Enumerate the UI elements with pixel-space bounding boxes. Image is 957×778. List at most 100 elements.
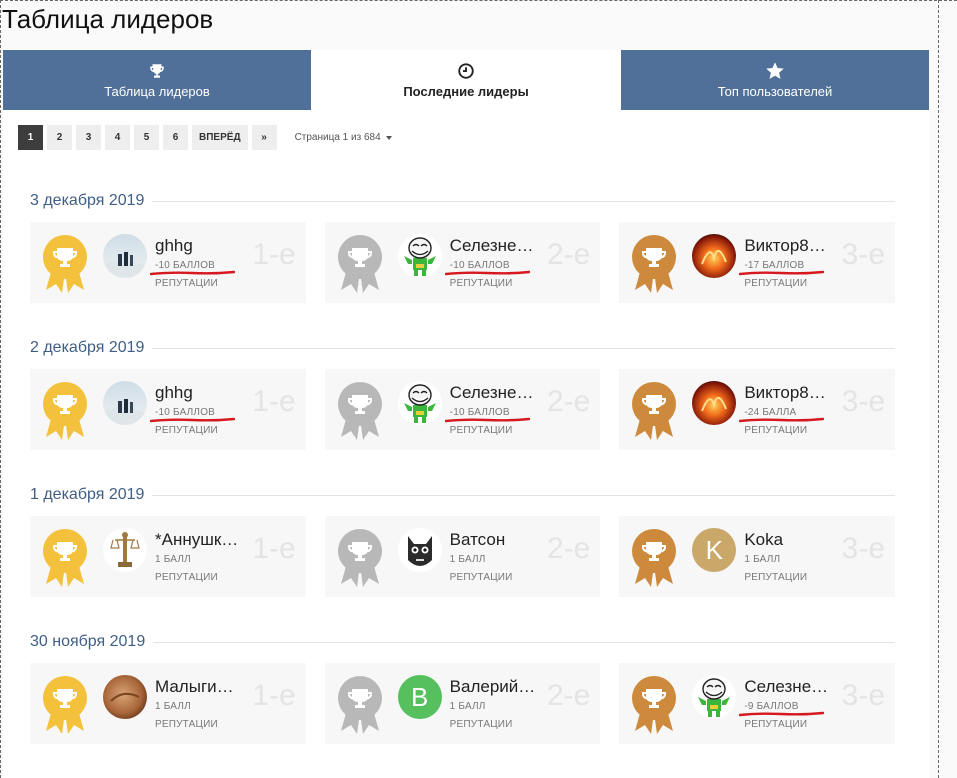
leader-cards: Малыги… 1 БАЛЛ РЕПУТАЦИИ 1-е B Валерий… 1 БАЛЛ…	[30, 663, 896, 744]
reputation-label: РЕПУТАЦИИ	[155, 719, 218, 730]
page-2-button[interactable]: 2	[47, 125, 72, 150]
reputation-label: РЕПУТАЦИИ	[744, 278, 808, 289]
leader-card: K Koka 1 БАЛЛ РЕПУТАЦИИ 3-е	[619, 516, 896, 597]
red-underline-annotation	[150, 270, 235, 276]
day-section: 1 декабря 2019 *Аннушк… 1 БАЛЛ РЕПУТАЦИИ 1-е…	[30, 483, 896, 597]
page-3-button[interactable]: 3	[76, 125, 101, 150]
gold-medal-icon	[42, 235, 88, 298]
avatar[interactable]	[103, 528, 147, 572]
leader-score: 1 БАЛЛ	[744, 554, 781, 565]
clock-icon	[457, 61, 475, 81]
reputation-label: РЕПУТАЦИИ	[449, 572, 513, 583]
reputation-label: РЕПУТАЦИИ	[744, 572, 808, 583]
page-info-text: Страница 1 из 684	[294, 132, 381, 143]
leader-name-link[interactable]: Виктор8…	[744, 383, 834, 403]
leader-card: Ватсон 1 БАЛЛ РЕПУТАЦИИ 2-е	[324, 516, 601, 597]
leader-name-link[interactable]: Селезне…	[744, 677, 834, 697]
leader-score: 1 БАЛЛ	[155, 701, 191, 712]
page-title: Таблица лидеров	[2, 4, 214, 34]
troll-face-image	[397, 381, 442, 425]
day-section: 30 ноября 2019 Малыги… 1 БАЛЛ РЕПУТАЦИИ 1-е B…	[30, 630, 896, 744]
tab-top-users[interactable]: Топ пользователей	[621, 50, 929, 110]
bronze-medal-icon	[631, 676, 677, 739]
tab-label: Таблица лидеров	[104, 84, 210, 99]
avatar[interactable]: K	[692, 528, 737, 572]
leader-name-link[interactable]: ghhg	[155, 383, 245, 403]
leader-name-link[interactable]: Ватсон	[450, 530, 540, 550]
page-5-button[interactable]: 5	[134, 125, 159, 150]
leader-cards: ghhg -10 БАЛЛОВ РЕПУТАЦИИ 1-е Селезне… -10 БА…	[30, 222, 896, 303]
leader-name-link[interactable]: Виктор8…	[744, 236, 834, 256]
place-label: 3-е	[841, 532, 886, 565]
reputation-label: РЕПУТАЦИИ	[744, 425, 808, 436]
star-icon	[765, 61, 785, 81]
day-divider	[152, 200, 895, 202]
red-underline-annotation	[739, 417, 825, 423]
avatar[interactable]	[103, 234, 147, 278]
tab-leaderboard[interactable]: Таблица лидеров	[3, 50, 312, 110]
day-date: 2 декабря 2019	[30, 339, 145, 356]
last-page-button[interactable]: »	[251, 125, 277, 150]
next-page-button[interactable]: ВПЕРЁД	[192, 125, 248, 150]
brown-photo-image	[103, 675, 147, 719]
leader-name-link[interactable]: Малыги…	[155, 677, 245, 697]
tab-bar: Таблица лидеров Последние лидеры Топ пол…	[3, 50, 929, 110]
leader-name-link[interactable]: *Аннушк…	[155, 530, 245, 550]
avatar-letter: B	[411, 681, 429, 712]
bronze-medal-icon	[631, 529, 677, 592]
frame-divider	[938, 0, 939, 778]
gold-medal-icon	[42, 676, 88, 739]
leader-name-link[interactable]: Валерий…	[450, 677, 540, 697]
avatar[interactable]	[397, 528, 442, 572]
day-section: 2 декабря 2019 ghhg -10 БАЛЛОВ РЕПУТАЦИИ 1-е…	[30, 336, 896, 450]
day-header: 3 декабря 2019	[30, 189, 895, 213]
leader-score: 1 БАЛЛ	[449, 554, 486, 565]
red-underline-annotation	[739, 711, 825, 717]
page-1-button[interactable]: 1	[18, 125, 43, 150]
avatar[interactable]	[692, 675, 737, 719]
avatar[interactable]	[692, 234, 737, 278]
avatar[interactable]	[397, 381, 442, 425]
page-4-button[interactable]: 4	[105, 125, 130, 150]
silver-medal-icon	[337, 382, 383, 445]
page-6-button[interactable]: 6	[163, 125, 188, 150]
avatar[interactable]	[103, 675, 147, 719]
trophy-icon	[148, 61, 166, 81]
place-label: 2-е	[546, 385, 591, 418]
place-label: 1-е	[252, 532, 296, 565]
leader-card: Селезне… -10 БАЛЛОВ РЕПУТАЦИИ 2-е	[324, 369, 601, 450]
leader-card: Виктор8… -24 БАЛЛА РЕПУТАЦИИ 3-е	[619, 369, 896, 450]
troll-face-image	[692, 675, 737, 719]
day-date: 1 декабря 2019	[30, 486, 145, 503]
caret-down-icon	[385, 135, 392, 140]
leader-name-link[interactable]: Селезне…	[450, 383, 540, 403]
avatar[interactable]	[397, 234, 442, 278]
reputation-label: РЕПУТАЦИИ	[449, 278, 513, 289]
avatar[interactable]	[692, 381, 737, 425]
leader-card: B Валерий… 1 БАЛЛ РЕПУТАЦИИ 2-е	[324, 663, 601, 744]
reputation-label: РЕПУТАЦИИ	[449, 425, 513, 436]
leader-card: ghhg -10 БАЛЛОВ РЕПУТАЦИИ 1-е	[30, 369, 306, 450]
silver-medal-icon	[337, 676, 383, 739]
avatar[interactable]	[103, 381, 147, 425]
place-label: 2-е	[546, 532, 591, 565]
day-section: 3 декабря 2019 ghhg -10 БАЛЛОВ РЕПУТАЦИИ 1-е…	[30, 189, 896, 303]
leader-name-link[interactable]: Koka	[744, 530, 834, 550]
leader-card: Селезне… -9 БАЛЛОВ РЕПУТАЦИИ 3-е	[619, 663, 896, 744]
avatar[interactable]: B	[397, 675, 442, 719]
pagination: 1 2 3 4 5 6 ВПЕРЁД » Страница 1 из 684	[18, 125, 392, 150]
place-label: 3-е	[841, 238, 886, 271]
day-date: 30 ноября 2019	[30, 633, 146, 650]
leader-name-link[interactable]: ghhg	[155, 236, 245, 256]
place-label: 1-е	[252, 238, 296, 271]
tab-label: Последние лидеры	[403, 84, 529, 99]
leader-name-link[interactable]: Селезне…	[450, 236, 540, 256]
gold-medal-icon	[42, 529, 88, 592]
reputation-label: РЕПУТАЦИИ	[744, 719, 808, 730]
leader-card: Малыги… 1 БАЛЛ РЕПУТАЦИИ 1-е	[30, 663, 306, 744]
place-label: 1-е	[252, 679, 296, 712]
tab-recent-leaders[interactable]: Последние лидеры	[312, 50, 621, 110]
day-header: 2 декабря 2019	[30, 336, 895, 360]
page-selector[interactable]: Страница 1 из 684	[295, 132, 392, 143]
day-header: 30 ноября 2019	[30, 630, 895, 654]
